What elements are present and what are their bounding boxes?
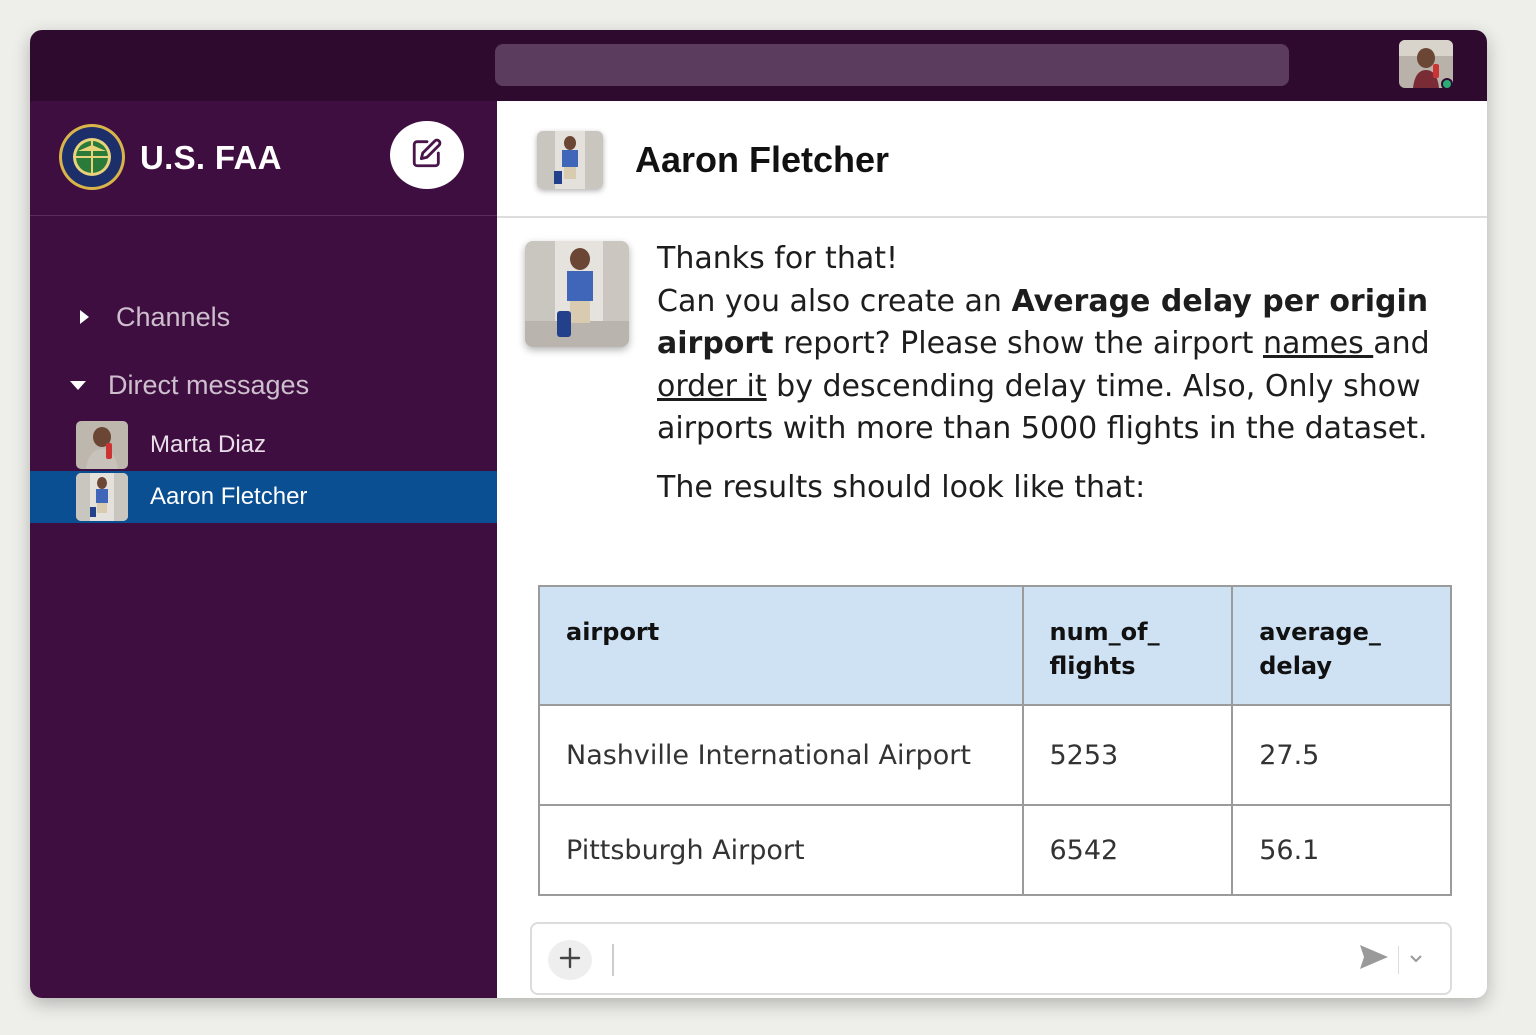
message-paragraph: Can you also create an Average delay per… <box>657 281 1457 451</box>
chevron-down-icon <box>1409 951 1423 969</box>
results-table: airport num_of_ flights average_ delay N… <box>538 585 1452 896</box>
send-button[interactable] <box>1357 944 1391 974</box>
table-cell: 5253 <box>1021 704 1234 806</box>
message-text: report? Please show the airport <box>773 326 1263 361</box>
search-input[interactable] <box>495 44 1289 86</box>
avatar <box>76 473 128 521</box>
caret-right-icon <box>74 309 94 325</box>
divider <box>1398 946 1399 974</box>
conversation-header: Aaron Fletcher <box>497 101 1487 218</box>
message-line: Thanks for that! <box>657 241 899 276</box>
table-cell: 27.5 <box>1231 704 1452 806</box>
header-text: average_ delay <box>1259 618 1381 680</box>
send-icon <box>1359 944 1389 975</box>
top-bar <box>30 30 1487 101</box>
channels-section[interactable]: Channels <box>30 297 497 337</box>
caret-down-icon <box>68 379 88 391</box>
dm-item-marta-diaz[interactable]: Marta Diaz <box>30 419 497 471</box>
conversation-title: Aaron Fletcher <box>635 139 890 180</box>
table-cell: 56.1 <box>1231 804 1452 896</box>
table-cell: Nashville International Airport <box>538 704 1024 806</box>
column-header-num-of-flights: num_of_ flights <box>1021 585 1234 706</box>
direct-messages-label: Direct messages <box>108 369 310 400</box>
sidebar: U.S. FAA Channels Direct messages Marta … <box>30 101 497 998</box>
table-cell: 6542 <box>1021 804 1234 896</box>
message-text: by descending delay time. Also, Only sho… <box>657 368 1428 447</box>
message-text: and <box>1373 326 1430 361</box>
dm-item-aaron-fletcher[interactable]: Aaron Fletcher <box>30 471 497 523</box>
online-status-indicator <box>1441 78 1453 90</box>
main-pane: Aaron Fletcher Thanks for that! Can you … <box>497 101 1487 998</box>
direct-messages-section[interactable]: Direct messages <box>30 365 497 405</box>
faa-seal-icon <box>58 123 126 191</box>
message-underlined-text: order it <box>657 368 767 404</box>
workspace-header[interactable]: U.S. FAA <box>30 101 497 216</box>
avatar[interactable] <box>537 131 603 189</box>
message-input[interactable] <box>612 944 614 976</box>
column-header-average-delay: average_ delay <box>1231 585 1452 706</box>
table-row: Pittsburgh Airport 6542 56.1 <box>538 804 1452 896</box>
message-text: Can you also create an <box>657 283 1012 319</box>
dm-name: Marta Diaz <box>150 431 267 458</box>
table-header-row: airport num_of_ flights average_ delay <box>538 585 1452 706</box>
message-underlined-text: names <box>1262 326 1374 361</box>
send-options-button[interactable] <box>1406 950 1426 970</box>
table-row: Nashville International Airport 5253 27.… <box>538 704 1452 806</box>
plus-icon <box>559 947 581 974</box>
attach-button[interactable] <box>548 940 592 980</box>
message-body: Thanks for that! Can you also create an … <box>657 238 1457 509</box>
compose-button[interactable] <box>390 121 464 189</box>
dm-name: Aaron Fletcher <box>150 483 308 510</box>
workspace-name: U.S. FAA <box>140 139 282 176</box>
header-text: airport <box>566 618 660 646</box>
message-composer[interactable] <box>530 922 1452 995</box>
header-text: num_of_ flights <box>1049 618 1160 680</box>
edit-icon <box>410 136 444 175</box>
avatar <box>76 421 128 469</box>
column-header-airport: airport <box>538 585 1024 706</box>
message-author-avatar[interactable] <box>525 241 629 347</box>
message-line: The results should look like that: <box>657 469 1146 505</box>
app-window: U.S. FAA Channels Direct messages Marta … <box>30 30 1487 998</box>
channels-label: Channels <box>116 301 231 332</box>
table-cell: Pittsburgh Airport <box>538 804 1024 896</box>
